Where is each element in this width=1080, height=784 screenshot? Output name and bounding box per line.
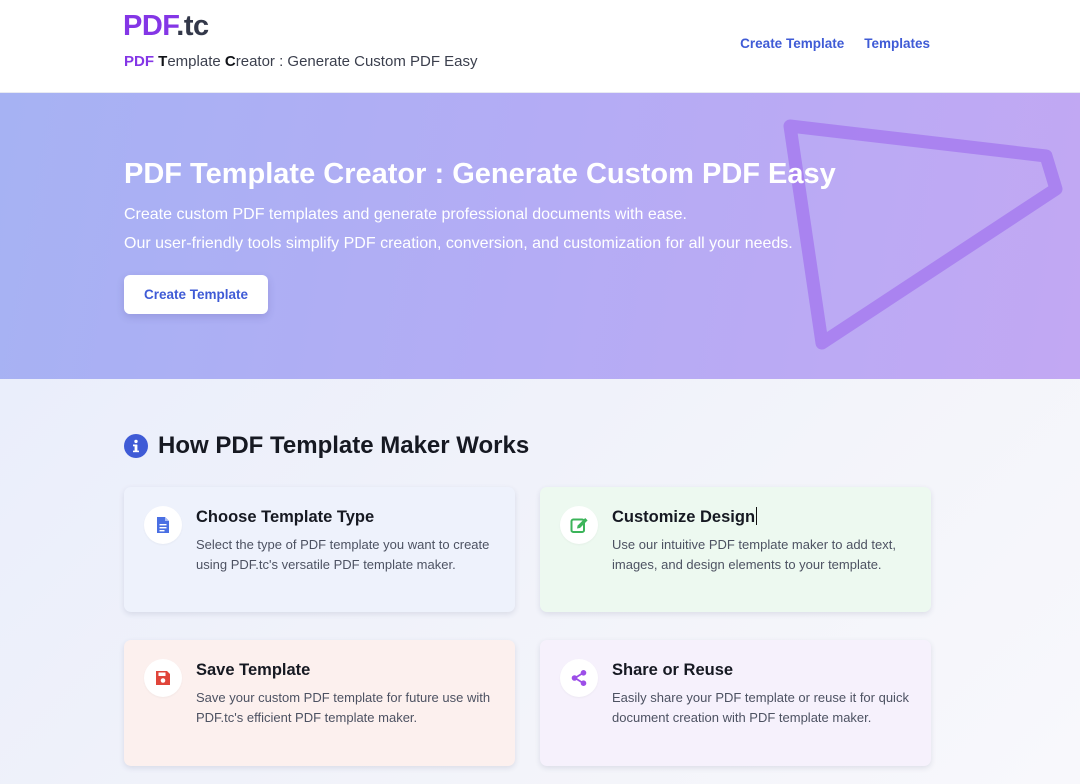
card-description: Save your custom PDF template for future… [196,690,491,725]
top-nav: Create Template Templates [740,35,930,52]
step-card-customize-design: Customize Design Use our intuitive PDF t… [540,487,931,612]
edit-icon [560,506,598,544]
logo-main: PDF [123,10,177,42]
nav-templates-link[interactable]: Templates [864,35,930,52]
step-card-choose-template-type: Choose Template Type Select the type of … [124,487,515,612]
card-description: Use our intuitive PDF template maker to … [612,537,896,572]
how-it-works-section: How PDF Template Maker Works Choose Temp… [0,379,1080,784]
card-description: Easily share your PDF template or reuse … [612,690,909,725]
card-title: Choose Template Type [196,508,375,526]
tagline-rest-2: reator : Generate Custom PDF Easy [235,53,478,70]
hero-banner: PDF Template Creator : Generate Custom P… [0,93,1080,379]
site-header: PDF.tc PDF Template Creator : Generate C… [0,0,1080,93]
step-card-save-template: Save Template Save your custom PDF templ… [124,640,515,766]
card-title: Share or Reuse [612,661,734,679]
info-circle-icon [124,434,148,458]
hero-create-template-button[interactable]: Create Template [124,275,268,314]
tagline-initial-c: C [224,53,236,70]
section-title: How PDF Template Maker Works [158,432,530,459]
share-icon [560,659,598,697]
card-title: Customize Design [612,507,758,527]
tagline-initial-t: T [158,53,168,70]
text-cursor [756,507,758,525]
section-header: How PDF Template Maker Works [124,431,529,461]
site-logo[interactable]: PDF.tc [123,10,209,42]
nav-create-template-link[interactable]: Create Template [740,35,844,52]
tagline-word-pdf: PDF [124,53,154,70]
step-card-share-or-reuse: Share or Reuse Easily share your PDF tem… [540,640,931,766]
hero-subtitle-line-2: Our user-friendly tools simplify PDF cre… [124,235,793,252]
save-icon [144,659,182,697]
card-title: Save Template [196,661,311,679]
logo-suffix: .tc [176,10,209,42]
site-tagline: PDF Template Creator : Generate Custom P… [124,53,478,71]
card-description: Select the type of PDF template you want… [196,537,490,572]
document-icon [144,506,182,544]
hero-title: PDF Template Creator : Generate Custom P… [124,158,836,190]
card-title-text: Customize Design [612,508,756,526]
hero-subtitle-line-1: Create custom PDF templates and generate… [124,206,687,223]
tagline-rest-1: emplate [167,53,225,70]
